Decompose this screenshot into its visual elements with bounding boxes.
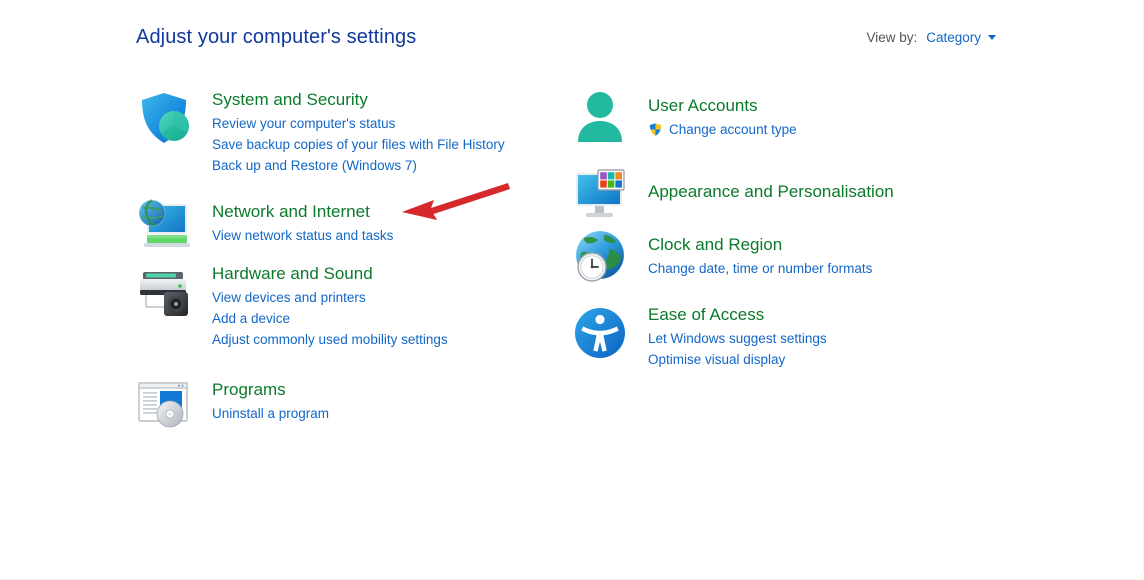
category-body: Clock and Region Change date, time or nu… [648,227,1020,279]
category-title-network-and-internet[interactable]: Network and Internet [212,201,584,223]
left-column: System and Security Review your computer… [134,88,584,428]
shield-pie-icon [134,88,194,148]
monitor-globe-icon [134,194,194,254]
link-uninstall-a-program[interactable]: Uninstall a program [212,403,584,424]
link-review-your-computers-status[interactable]: Review your computer's status [212,113,584,134]
category-title-hardware-and-sound[interactable]: Hardware and Sound [212,263,584,285]
right-column: User Accounts Change account type Appear… [570,88,1020,370]
category-body: Programs Uninstall a program [212,372,584,424]
link-view-devices-and-printers[interactable]: View devices and printers [212,287,584,308]
link-adjust-mobility-settings[interactable]: Adjust commonly used mobility settings [212,329,584,350]
view-by-label: View by: [866,30,918,45]
printer-speaker-icon [134,262,194,322]
link-view-network-status-and-tasks[interactable]: View network status and tasks [212,225,584,246]
link-let-windows-suggest-settings[interactable]: Let Windows suggest settings [648,328,1020,349]
category-user-accounts[interactable]: User Accounts Change account type [570,88,1020,142]
globe-clock-icon [570,227,630,287]
category-hardware-and-sound[interactable]: Hardware and Sound View devices and prin… [134,262,584,350]
monitor-palette-icon [570,164,630,224]
category-body: Ease of Access Let Windows suggest setti… [648,303,1020,370]
view-by-control[interactable]: View by: Category [866,30,996,45]
user-person-icon [570,88,630,148]
category-title-clock-and-region[interactable]: Clock and Region [648,234,1020,256]
link-optimise-visual-display[interactable]: Optimise visual display [648,349,1020,370]
category-body: User Accounts Change account type [648,88,1020,140]
link-save-backup-copies-file-history[interactable]: Save backup copies of your files with Fi… [212,134,584,155]
link-change-account-type[interactable]: Change account type [648,119,1020,140]
accessibility-icon [570,303,630,363]
chevron-down-icon[interactable] [988,35,996,40]
control-panel-window: Adjust your computer's settings View by:… [0,0,1144,580]
category-title-user-accounts[interactable]: User Accounts [648,95,1020,117]
header: Adjust your computer's settings View by:… [136,26,996,54]
category-title-programs[interactable]: Programs [212,379,584,401]
category-body: Hardware and Sound View devices and prin… [212,262,584,350]
category-clock-and-region[interactable]: Clock and Region Change date, time or nu… [570,227,1020,282]
link-change-account-type-label: Change account type [669,122,797,137]
window-disc-icon [134,372,194,432]
view-by-value[interactable]: Category [926,30,981,45]
link-back-up-and-restore[interactable]: Back up and Restore (Windows 7) [212,155,584,176]
category-grid: System and Security Review your computer… [0,88,1144,448]
category-body: System and Security Review your computer… [212,88,584,176]
category-title-system-and-security[interactable]: System and Security [212,89,584,111]
link-change-date-time-number-formats[interactable]: Change date, time or number formats [648,258,1020,279]
category-system-and-security[interactable]: System and Security Review your computer… [134,88,584,176]
category-body: Network and Internet View network status… [212,194,584,246]
category-network-and-internet[interactable]: Network and Internet View network status… [134,194,584,247]
link-add-a-device[interactable]: Add a device [212,308,584,329]
category-body: Appearance and Personalisation [648,164,1020,203]
uac-shield-icon [648,122,663,137]
category-title-appearance-and-personalisation[interactable]: Appearance and Personalisation [648,181,1020,203]
category-title-ease-of-access[interactable]: Ease of Access [648,304,1020,326]
page-title: Adjust your computer's settings [136,26,417,48]
category-appearance-and-personalisation[interactable]: Appearance and Personalisation [570,164,1020,217]
category-programs[interactable]: Programs Uninstall a program [134,372,584,428]
category-ease-of-access[interactable]: Ease of Access Let Windows suggest setti… [570,303,1020,370]
